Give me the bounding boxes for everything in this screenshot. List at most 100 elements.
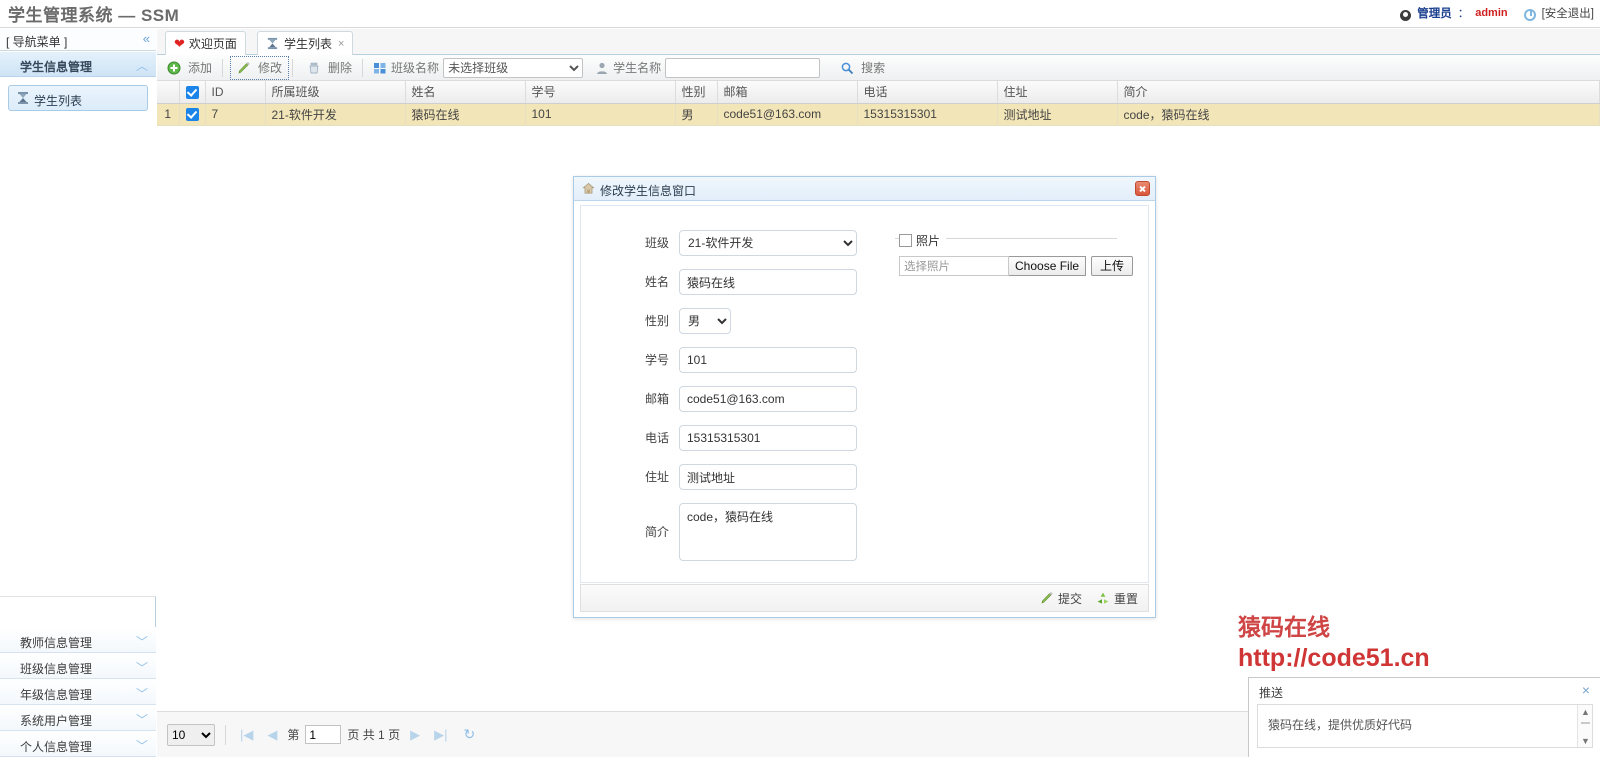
- checkbox-icon[interactable]: [185, 108, 199, 121]
- sidebar-item-student-list[interactable]: 学生列表: [8, 85, 148, 111]
- sidebar-panel-grade-info[interactable]: 年级信息管理 ﹀: [0, 679, 156, 705]
- push-message: 猿码在线，提供优质好代码: [1268, 718, 1413, 732]
- refresh-icon[interactable]: ↻: [463, 726, 475, 743]
- sidebar-panel-label: 年级信息管理: [20, 688, 93, 702]
- cell-intro: code，猿码在线: [1117, 103, 1600, 126]
- header-phone[interactable]: 电话: [857, 81, 998, 104]
- logout-link[interactable]: [安全退出]: [1542, 5, 1594, 21]
- pencil-icon: [1040, 591, 1054, 605]
- page-size-select[interactable]: 10: [167, 723, 215, 746]
- tab-label: 欢迎页面: [188, 37, 237, 51]
- submit-button[interactable]: 提交: [1040, 590, 1082, 607]
- toolbar-divider: [222, 58, 224, 77]
- sidebar-nav-title: [ 导航菜单 ]: [6, 35, 68, 49]
- push-scrollbar[interactable]: ▲ ▼: [1577, 705, 1592, 747]
- add-button-label: 添加: [188, 61, 213, 75]
- push-notification-popup: 推送 × 猿码在线，提供优质好代码 ▲ ▼: [1248, 677, 1600, 757]
- pager-divider: [225, 724, 226, 745]
- address-input[interactable]: [679, 464, 857, 490]
- toolbar-divider: [362, 58, 364, 77]
- email-input[interactable]: [679, 386, 857, 412]
- grid-icon: [373, 61, 387, 75]
- field-class: 班级 21-软件开发: [619, 230, 857, 256]
- recycle-icon: [1096, 591, 1110, 605]
- header-select-all[interactable]: [179, 81, 206, 104]
- delete-button[interactable]: 删除: [301, 57, 358, 79]
- phone-input[interactable]: [679, 425, 857, 451]
- search-button-label: 搜索: [861, 61, 886, 75]
- power-icon[interactable]: [1523, 9, 1536, 21]
- field-address: 住址: [619, 464, 857, 490]
- student-icon: [16, 91, 30, 105]
- cell-row-checkbox[interactable]: [179, 103, 206, 126]
- photo-file-placeholder: 选择照片: [899, 256, 1009, 276]
- prev-page-button[interactable]: ◀: [263, 727, 281, 743]
- cell-id: 7: [205, 103, 266, 126]
- edit-button[interactable]: 修改: [230, 55, 290, 80]
- chevron-down-icon: ﹀: [135, 713, 148, 727]
- close-icon[interactable]: ×: [1582, 682, 1590, 698]
- toolbar-divider: [292, 58, 294, 77]
- cell-sno: 101: [525, 103, 676, 126]
- close-icon[interactable]: ×: [338, 38, 344, 50]
- cell-name: 猿码在线: [405, 103, 526, 126]
- page-prefix-label: 第: [287, 728, 300, 742]
- choose-file-button[interactable]: Choose File: [1009, 256, 1087, 276]
- scroll-up-icon[interactable]: ▲: [1581, 707, 1590, 717]
- header-email[interactable]: 邮箱: [717, 81, 858, 104]
- dialog-footer: 提交 重置: [580, 584, 1149, 612]
- dialog-title: 修改学生信息窗口: [600, 184, 697, 198]
- cell-class: 21-软件开发: [265, 103, 406, 126]
- next-page-button[interactable]: ▶: [406, 727, 424, 743]
- sex-select[interactable]: 男: [679, 308, 731, 334]
- header-sno[interactable]: 学号: [525, 81, 676, 104]
- user-icon: [595, 61, 609, 75]
- sno-input[interactable]: [679, 347, 857, 373]
- chevron-down-icon: ﹀: [135, 661, 148, 675]
- checkbox-icon[interactable]: [185, 85, 199, 99]
- student-name-label: 学生名称: [613, 61, 662, 75]
- student-name-input[interactable]: [665, 57, 821, 78]
- header-colon: ：: [1457, 8, 1470, 20]
- field-name: 姓名: [619, 269, 857, 295]
- field-sno-label: 学号: [644, 353, 669, 367]
- dialog-titlebar[interactable]: 修改学生信息窗口: [574, 177, 1155, 201]
- sidebar-item-label: 学生列表: [34, 94, 83, 108]
- field-email-label: 邮箱: [644, 392, 669, 406]
- toolbar: 添加 修改 删除 班级名称 未选择班级 学生名称 搜索: [157, 55, 1600, 81]
- scroll-down-icon[interactable]: ▼: [1581, 736, 1590, 746]
- page-number-input[interactable]: [305, 725, 342, 744]
- sidebar-panel-class-info[interactable]: 班级信息管理 ﹀: [0, 653, 156, 679]
- header-name[interactable]: 姓名: [405, 81, 526, 104]
- sidebar-panel-teacher-info[interactable]: 教师信息管理 ﹀: [0, 627, 156, 653]
- search-button[interactable]: 搜索: [834, 57, 891, 79]
- intro-textarea[interactable]: code，猿码在线: [679, 503, 857, 561]
- header-id[interactable]: ID: [205, 81, 266, 104]
- scroll-thumb[interactable]: [1581, 722, 1590, 724]
- header-class[interactable]: 所属班级: [265, 81, 406, 104]
- header-address[interactable]: 住址: [997, 81, 1118, 104]
- collapse-icon[interactable]: «: [143, 32, 150, 46]
- upload-button[interactable]: 上传: [1091, 256, 1134, 276]
- sidebar-panel-student-info[interactable]: 学生信息管理 ︿: [0, 51, 156, 77]
- student-icon: [266, 37, 280, 51]
- class-select-dialog[interactable]: 21-软件开发: [679, 230, 857, 256]
- header-intro[interactable]: 简介: [1117, 81, 1600, 104]
- reset-button[interactable]: 重置: [1096, 590, 1138, 607]
- photo-checkbox[interactable]: [899, 234, 912, 247]
- sidebar-panel-personal-info[interactable]: 个人信息管理 ﹀: [0, 731, 156, 757]
- tab-welcome[interactable]: ❤ 欢迎页面: [165, 31, 246, 55]
- sidebar-panel-system-user[interactable]: 系统用户管理 ﹀: [0, 705, 156, 731]
- table-row[interactable]: 1 7 21-软件开发 猿码在线 101 男 code51@163.com 15…: [157, 103, 1600, 126]
- add-button[interactable]: 添加: [161, 57, 218, 79]
- user-icon: [1400, 9, 1412, 21]
- class-select[interactable]: 未选择班级: [443, 57, 584, 78]
- name-input[interactable]: [679, 269, 857, 295]
- last-page-button[interactable]: ▶|: [430, 727, 451, 743]
- first-page-button[interactable]: |◀: [236, 727, 257, 743]
- close-icon[interactable]: [1135, 181, 1150, 196]
- header-rownum: [157, 81, 180, 104]
- tab-student-list[interactable]: 学生列表 ×: [257, 31, 354, 55]
- header-sex[interactable]: 性别: [675, 81, 718, 104]
- photo-input-row: 选择照片 Choose File 上传: [899, 256, 1134, 276]
